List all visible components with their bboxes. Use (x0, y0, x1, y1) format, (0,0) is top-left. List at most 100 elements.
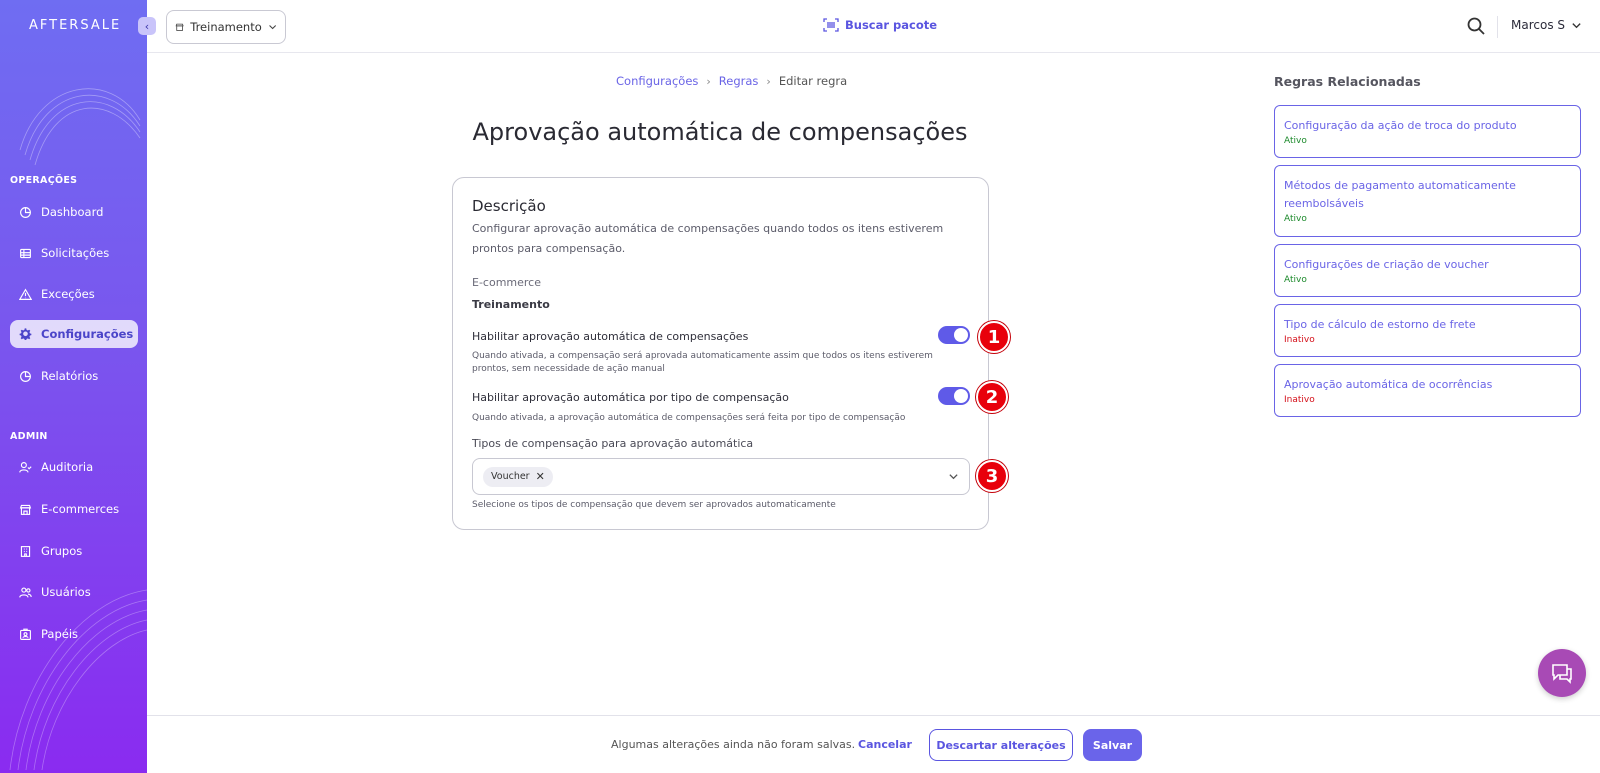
annotation-marker-1: 1 (978, 321, 1010, 353)
users-icon (19, 586, 32, 598)
sidebar-item-ecommerces[interactable]: E-commerces (10, 495, 138, 523)
status-badge: Inativo (1284, 335, 1315, 345)
sidebar-item-label: Usuários (41, 585, 91, 599)
related-rule-card[interactable]: Configuração da ação de troca do produto… (1274, 105, 1581, 158)
page-title: Aprovação automática de compensações (472, 118, 968, 146)
selected-chip: Voucher ✕ (483, 466, 553, 487)
unsaved-changes-bar: Algumas alterações ainda não foram salva… (147, 715, 1600, 773)
search-package-button[interactable]: Buscar pacote (823, 18, 937, 32)
table-icon (20, 248, 31, 258)
gear-icon (19, 327, 32, 340)
toggle-knob (954, 389, 968, 403)
chart-pie-icon (20, 370, 31, 382)
sidebar-item-grupos[interactable]: Grupos (10, 537, 138, 565)
cancel-button[interactable]: Cancelar (858, 738, 912, 751)
search-package-label: Buscar pacote (845, 18, 938, 32)
sidebar-item-relatorios[interactable]: Relatórios (10, 362, 138, 390)
decorative-swirl (19, 88, 141, 166)
sidebar-item-label: Grupos (41, 544, 83, 558)
chat-button[interactable] (1538, 649, 1586, 697)
chevron-down-icon (1572, 22, 1581, 28)
sidebar-item-solicitacoes[interactable]: Solicitações (10, 239, 138, 267)
sidebar-item-label: Relatórios (41, 369, 99, 383)
related-rule-card[interactable]: Tipo de cálculo de estorno de frete Inat… (1274, 304, 1581, 357)
chevron-down-icon (949, 474, 958, 480)
card-description: Configurar aprovação automática de compe… (472, 222, 944, 255)
divider (1497, 16, 1498, 38)
chevron-right-icon: › (706, 74, 711, 88)
section-label-admin: ADMIN (10, 431, 48, 442)
related-rule-card[interactable]: Aprovação automática de ocorrências Inat… (1274, 364, 1581, 417)
breadcrumb: Configurações › Regras › Editar regra (616, 74, 847, 88)
sidebar-item-label: E-commerces (41, 502, 120, 516)
unsaved-message: Algumas alterações ainda não foram salva… (611, 738, 856, 751)
annotation-marker-2: 2 (976, 381, 1008, 413)
sidebar-item-configuracoes[interactable]: Configurações (10, 320, 138, 348)
breadcrumb-current: Editar regra (778, 74, 848, 88)
chat-icon (1552, 664, 1572, 684)
rule-form-card: Descrição Configurar aprovação automátic… (452, 177, 989, 530)
barcode-scan-icon (823, 18, 839, 32)
ecommerce-value: Treinamento (472, 298, 550, 311)
top-bar: Treinamento Buscar pacote Marcos S (147, 0, 1600, 53)
store-select[interactable]: Treinamento (166, 10, 286, 44)
discard-changes-button[interactable]: Descartar alterações (929, 729, 1073, 761)
related-rule-name: Tipo de cálculo de estorno de frete (1284, 318, 1476, 331)
sidebar-item-label: Dashboard (41, 205, 104, 219)
chevron-left-icon: ‹ (144, 19, 150, 33)
related-rule-name: Métodos de pagamento automaticamente ree… (1284, 179, 1516, 210)
breadcrumb-regras[interactable]: Regras (719, 74, 759, 88)
status-badge: Ativo (1284, 214, 1307, 224)
store-icon (19, 504, 32, 515)
status-badge: Ativo (1284, 275, 1307, 285)
toggle-knob (954, 328, 968, 342)
sidebar-item-dashboard[interactable]: Dashboard (10, 198, 138, 226)
status-badge: Inativo (1284, 395, 1315, 405)
warning-icon (19, 287, 32, 300)
search-icon[interactable] (1466, 16, 1486, 36)
building-icon (20, 545, 31, 557)
sidebar-item-label: Exceções (41, 287, 95, 301)
dashboard-icon (20, 206, 31, 218)
toggle-by-type-label: Habilitar aprovação automática por tipo … (472, 391, 789, 404)
toggle-auto-approval-label: Habilitar aprovação automática de compen… (472, 330, 749, 343)
status-badge: Ativo (1284, 136, 1307, 146)
related-rule-name: Configuração da ação de troca do produto (1284, 119, 1517, 132)
user-menu[interactable]: Marcos S (1511, 18, 1582, 32)
sidebar-collapse-button[interactable]: ‹ (138, 17, 156, 35)
chip-label: Voucher (491, 471, 530, 482)
toggle-auto-approval[interactable] (938, 326, 970, 344)
sidebar-item-label: Auditoria (41, 460, 94, 474)
sidebar-item-label: Configurações (41, 327, 134, 341)
sidebar-item-excecoes[interactable]: Exceções (10, 280, 138, 308)
chevron-down-icon (268, 25, 276, 30)
chevron-right-icon: › (766, 74, 771, 88)
toggle-auto-approval-help: Quando ativada, a compensação será aprov… (472, 351, 933, 374)
sidebar-item-usuarios[interactable]: Usuários (10, 578, 138, 606)
sidebar-item-label: Papéis (41, 627, 79, 641)
section-label-operacoes: OPERAÇÕES (10, 175, 78, 186)
id-badge-icon (20, 628, 31, 640)
ecommerce-label: E-commerce (472, 276, 541, 289)
toggle-by-type[interactable] (938, 387, 970, 405)
compensation-types-help: Selecione os tipos de compensação que de… (472, 500, 836, 510)
related-rule-card[interactable]: Configurações de criação de voucher Ativ… (1274, 244, 1581, 297)
sidebar-item-label: Solicitações (41, 246, 110, 260)
close-icon[interactable]: ✕ (536, 470, 545, 483)
compensation-types-select[interactable]: Voucher ✕ (472, 458, 970, 495)
sidebar-item-auditoria[interactable]: Auditoria (10, 453, 138, 481)
card-title: Descrição (472, 197, 546, 215)
save-button[interactable]: Salvar (1083, 729, 1142, 761)
related-rule-name: Configurações de criação de voucher (1284, 258, 1489, 271)
sidebar-item-papeis[interactable]: Papéis (10, 620, 138, 648)
sidebar: AFTERSALE OPERAÇÕES Dashboard Solicitaçõ… (0, 0, 147, 773)
store-icon (175, 23, 184, 31)
app-logo: AFTERSALE (29, 18, 122, 33)
toggle-by-type-help: Quando ativada, a aprovação automática d… (472, 413, 906, 423)
related-rule-card[interactable]: Métodos de pagamento automaticamente ree… (1274, 165, 1581, 237)
store-select-value: Treinamento (190, 20, 262, 34)
breadcrumb-configuracoes[interactable]: Configurações (616, 74, 698, 88)
related-rules-title: Regras Relacionadas (1274, 74, 1421, 89)
user-name: Marcos S (1511, 18, 1565, 32)
related-rule-name: Aprovação automática de ocorrências (1284, 378, 1493, 391)
